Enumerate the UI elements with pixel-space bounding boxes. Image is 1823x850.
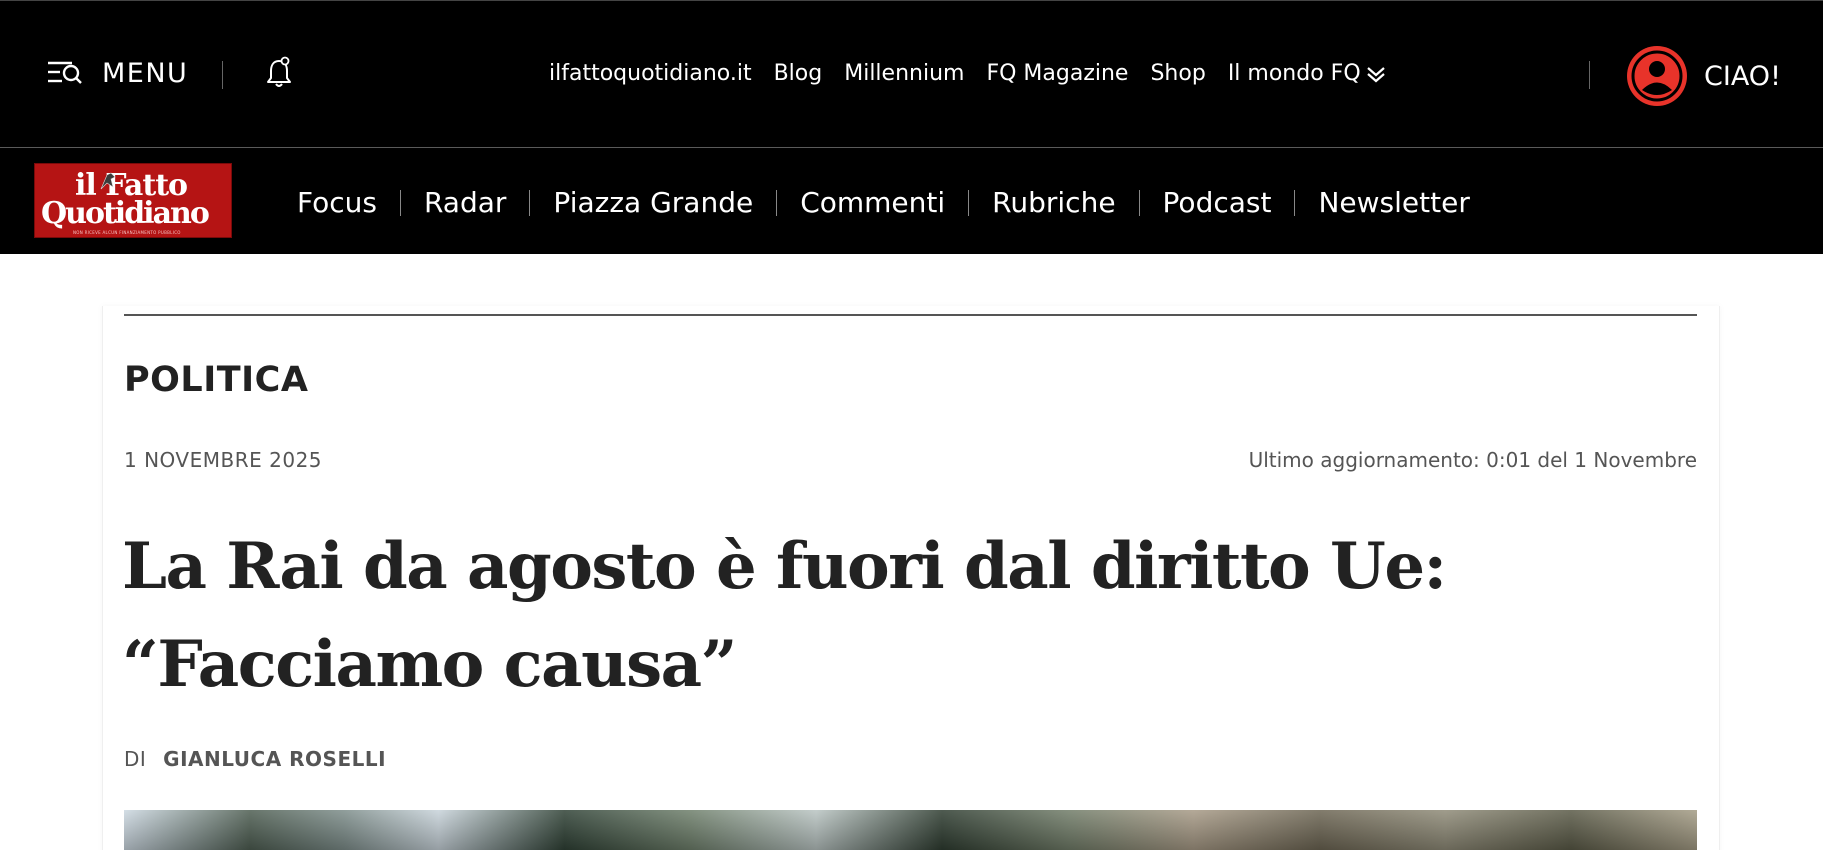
- nav-rubriche[interactable]: Rubriche: [992, 186, 1115, 219]
- nav-newsletter[interactable]: Newsletter: [1318, 186, 1469, 219]
- link-ilfattoquotidiano[interactable]: ilfattoquotidiano.it: [549, 61, 752, 86]
- il-mondo-fq-label: Il mondo FQ: [1227, 61, 1361, 86]
- nav-commenti[interactable]: Commenti: [800, 186, 945, 219]
- section-nav: Focus Radar Piazza Grande Commenti Rubri…: [297, 186, 1470, 219]
- menu-search-icon: [48, 61, 82, 84]
- byline-prefix: DI: [124, 747, 147, 771]
- user-avatar-icon: [1627, 46, 1687, 106]
- article-hero-image: [124, 810, 1697, 850]
- nav-piazza-grande[interactable]: Piazza Grande: [553, 186, 753, 219]
- link-fq-magazine[interactable]: FQ Magazine: [986, 61, 1128, 86]
- link-millennium[interactable]: Millennium: [844, 61, 964, 86]
- link-blog[interactable]: Blog: [774, 61, 823, 86]
- nav-podcast[interactable]: Podcast: [1163, 186, 1272, 219]
- nav-separator: [968, 189, 970, 216]
- logo-bird-icon: [100, 172, 116, 190]
- topbar-divider: [222, 61, 223, 89]
- publish-date: 1 NOVEMBRE 2025: [124, 448, 323, 472]
- nav-focus[interactable]: Focus: [297, 186, 377, 219]
- nav-radar[interactable]: Radar: [424, 186, 506, 219]
- byline: DI GIANLUCA ROSELLI: [124, 747, 386, 771]
- topbar-divider-right: [1589, 61, 1590, 89]
- double-chevron-down-icon: [1366, 66, 1385, 82]
- logo-text-line2: Quotidiano: [41, 196, 210, 231]
- link-shop[interactable]: Shop: [1150, 61, 1205, 86]
- network-links: ilfattoquotidiano.it Blog Millennium FQ …: [549, 61, 1387, 86]
- article-top-rule: [124, 314, 1697, 316]
- hero-image-shade: [124, 810, 1697, 850]
- article-headline: La Rai da agosto è fuori dal diritto Ue:…: [122, 529, 1447, 702]
- il-mondo-fq-dropdown[interactable]: Il mondo FQ: [1228, 61, 1387, 86]
- nav-separator: [1294, 189, 1296, 216]
- nav-separator: [776, 189, 778, 216]
- nav-separator: [1138, 189, 1140, 216]
- main-nav-bar: il Fatto Quotidiano NON RICEVE ALCUN FIN…: [0, 148, 1823, 254]
- section-label[interactable]: POLITICA: [124, 360, 308, 400]
- site-logo[interactable]: il Fatto Quotidiano NON RICEVE ALCUN FIN…: [34, 163, 232, 238]
- last-updated: Ultimo aggiornamento: 0:01 del 1 Novembr…: [1248, 448, 1697, 472]
- menu-label: MENU: [102, 57, 189, 89]
- top-bar: MENU ilfattoquotidiano.it Blog Millenniu…: [0, 0, 1823, 148]
- user-login-button[interactable]: CIAO!: [1626, 45, 1781, 107]
- menu-button[interactable]: MENU: [46, 57, 188, 89]
- bell-icon[interactable]: [264, 55, 294, 89]
- nav-separator: [399, 189, 401, 216]
- logo-tagline: NON RICEVE ALCUN FINANZIAMENTO PUBBLICO: [73, 230, 181, 235]
- author-link[interactable]: GIANLUCA ROSELLI: [163, 747, 386, 771]
- user-greeting: CIAO!: [1704, 60, 1781, 92]
- nav-separator: [529, 189, 531, 216]
